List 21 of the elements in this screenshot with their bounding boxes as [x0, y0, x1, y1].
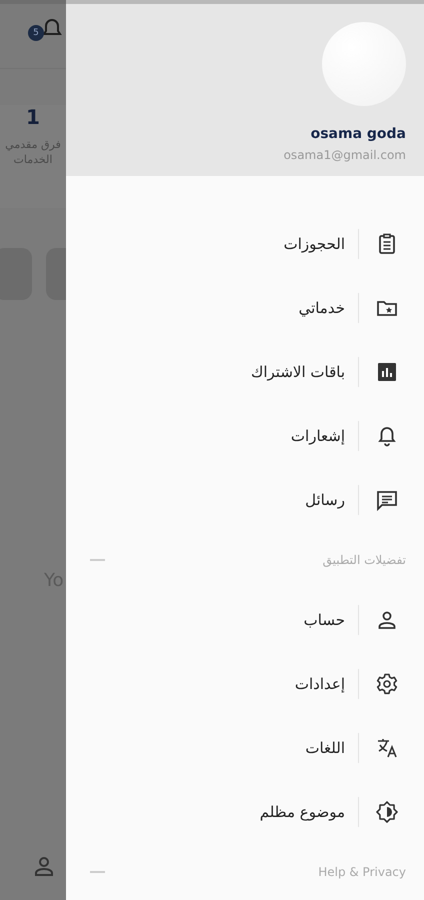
message-icon: [375, 488, 399, 512]
menu-item[interactable]: اللغات: [66, 716, 424, 780]
menu-item[interactable]: الحجوزات: [66, 212, 424, 276]
menu-item[interactable]: حساب: [66, 588, 424, 652]
person-icon[interactable]: [32, 854, 56, 878]
menu-item[interactable]: إشعارات: [66, 404, 424, 468]
user-email: osama1@gmail.com: [284, 148, 406, 162]
menu-item[interactable]: موضوع مظلم: [66, 780, 424, 844]
menu-item[interactable]: رسائل: [66, 468, 424, 532]
theme-icon: [375, 800, 399, 824]
menu-item[interactable]: باقات الاشتراك: [66, 340, 424, 404]
notification-badge: 5: [28, 25, 44, 41]
bar-chart-icon: [375, 360, 399, 384]
user-name: osama goda: [310, 126, 406, 142]
section-title: Help & Privacy: [318, 865, 406, 879]
translate-icon: [375, 736, 399, 760]
settings-icon: [375, 672, 399, 696]
menu-item[interactable]: خدماتي: [66, 276, 424, 340]
stat-value: 1: [26, 105, 40, 129]
menu-item[interactable]: إعدادات: [66, 652, 424, 716]
section-title: تفضيلات التطبيق: [322, 553, 406, 567]
